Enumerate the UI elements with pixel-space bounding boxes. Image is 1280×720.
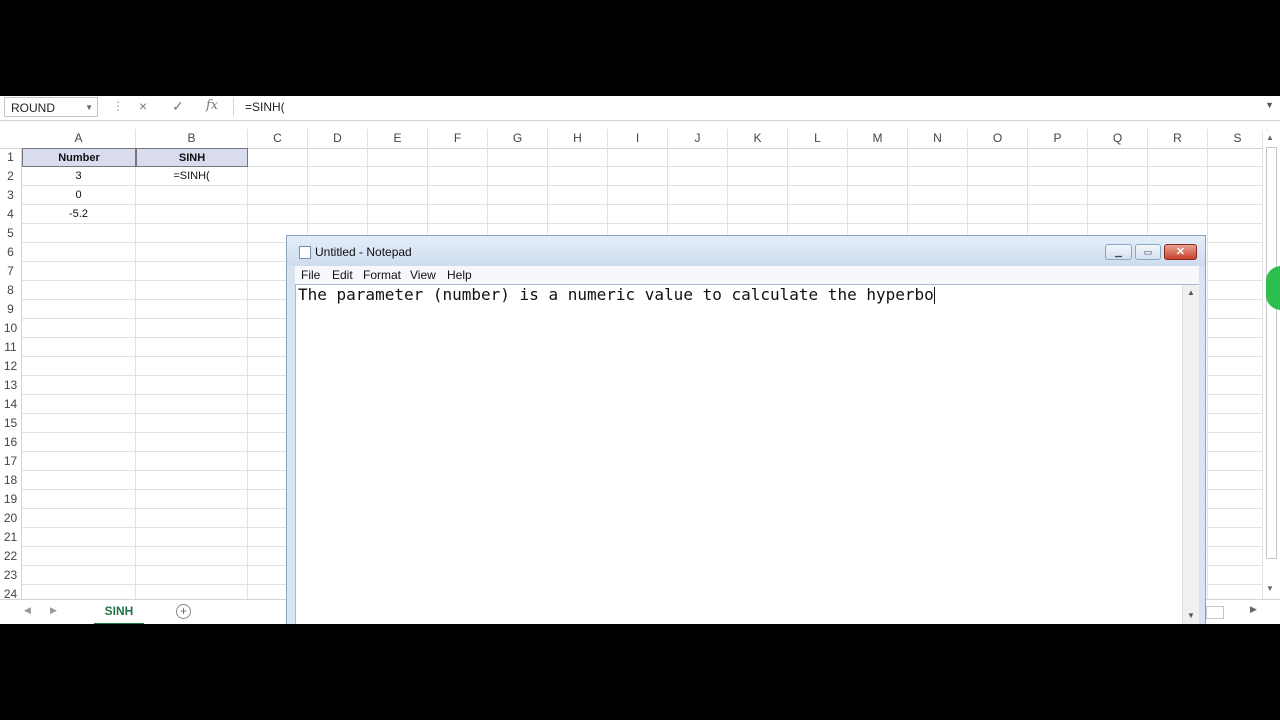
screen: ROUND ▼ ⋮ × ✓ fx =SINH( ▼ ABCDEFGHIJKLMN… [0, 96, 1280, 624]
notepad-menu-bar: File Edit Format View Help [295, 266, 1199, 284]
column-header-a[interactable]: A [22, 129, 136, 148]
row-header-8[interactable]: 8 [0, 281, 22, 300]
gridline [247, 148, 248, 604]
row-header-14[interactable]: 14 [0, 395, 22, 414]
row-header-16[interactable]: 16 [0, 433, 22, 452]
row-header-5[interactable]: 5 [0, 224, 22, 243]
column-header-p[interactable]: P [1028, 129, 1088, 148]
gridline [1207, 148, 1208, 604]
row-header-23[interactable]: 23 [0, 566, 22, 585]
scroll-up-icon[interactable]: ▲ [1266, 133, 1274, 142]
notepad-window: Untitled - Notepad ▁ ▭ ✕ File Edit Forma… [286, 235, 1206, 624]
scroll-down-icon[interactable]: ▼ [1266, 584, 1274, 593]
row-header-2[interactable]: 2 [0, 167, 22, 186]
insert-function-icon[interactable]: fx [206, 98, 218, 113]
row-header-13[interactable]: 13 [0, 376, 22, 395]
cell-a3[interactable]: 0 [22, 186, 136, 205]
name-box-dropdown-icon[interactable]: ▼ [85, 98, 93, 118]
row-header-4[interactable]: 4 [0, 205, 22, 224]
notepad-text: The parameter (number) is a numeric valu… [298, 285, 935, 304]
minimize-button[interactable]: ▁ [1105, 244, 1132, 260]
tab-prev-icon[interactable]: ◀ [24, 605, 31, 616]
column-header-b[interactable]: B [136, 129, 248, 148]
row-header-18[interactable]: 18 [0, 471, 22, 490]
maximize-button[interactable]: ▭ [1135, 244, 1161, 260]
horizontal-scroll-thumb[interactable] [1206, 606, 1224, 619]
cell-a2[interactable]: 3 [22, 167, 136, 186]
notepad-title-bar[interactable]: Untitled - Notepad ▁ ▭ ✕ [287, 236, 1205, 266]
row-header-9[interactable]: 9 [0, 300, 22, 319]
text-caret [933, 287, 935, 304]
column-header-e[interactable]: E [368, 129, 428, 148]
cell-a1[interactable]: Number [22, 148, 136, 167]
menu-file[interactable]: File [301, 268, 320, 282]
menu-help[interactable]: Help [447, 268, 472, 282]
row-header-15[interactable]: 15 [0, 414, 22, 433]
notepad-app-icon [299, 246, 311, 259]
row-header-6[interactable]: 6 [0, 243, 22, 262]
cell-b1[interactable]: SINH [136, 148, 248, 167]
column-header-g[interactable]: G [488, 129, 548, 148]
gridline [22, 223, 1262, 224]
gridline [22, 204, 1262, 205]
vertical-scrollbar[interactable]: ▲ ▼ [1262, 131, 1279, 599]
column-headers: ABCDEFGHIJKLMNOPQRS [0, 129, 1268, 149]
column-header-q[interactable]: Q [1088, 129, 1148, 148]
expand-formula-bar-icon[interactable]: ▼ [1265, 100, 1274, 110]
cancel-icon[interactable]: × [139, 98, 147, 114]
menu-edit[interactable]: Edit [332, 268, 353, 282]
column-header-m[interactable]: M [848, 129, 908, 148]
formula-bar: ROUND ▼ ⋮ × ✓ fx =SINH( ▼ [0, 96, 1280, 121]
column-header-c[interactable]: C [248, 129, 308, 148]
enter-icon[interactable]: ✓ [172, 98, 184, 115]
notepad-vertical-scrollbar[interactable]: ▲ ▼ [1182, 285, 1199, 624]
formula-input[interactable]: =SINH( [245, 100, 285, 114]
scroll-thumb[interactable] [1266, 147, 1277, 559]
name-box-value: ROUND [11, 101, 55, 115]
column-header-l[interactable]: L [788, 129, 848, 148]
column-header-o[interactable]: O [968, 129, 1028, 148]
row-header-21[interactable]: 21 [0, 528, 22, 547]
floating-green-icon[interactable] [1266, 266, 1280, 310]
column-header-f[interactable]: F [428, 129, 488, 148]
cell-a4[interactable]: -5.2 [22, 205, 136, 224]
row-header-17[interactable]: 17 [0, 452, 22, 471]
column-header-r[interactable]: R [1148, 129, 1208, 148]
scroll-right-icon[interactable]: ▶ [1250, 604, 1257, 615]
row-header-11[interactable]: 11 [0, 338, 22, 357]
sheet-tab-sinh[interactable]: SINH [94, 600, 144, 624]
notepad-title: Untitled - Notepad [315, 245, 412, 259]
column-header-d[interactable]: D [308, 129, 368, 148]
row-header-3[interactable]: 3 [0, 186, 22, 205]
column-header-h[interactable]: H [548, 129, 608, 148]
notepad-scroll-up-icon[interactable]: ▲ [1187, 288, 1195, 297]
row-header-19[interactable]: 19 [0, 490, 22, 509]
tab-next-icon[interactable]: ▶ [50, 605, 57, 616]
menu-view[interactable]: View [410, 268, 436, 282]
menu-format[interactable]: Format [363, 268, 401, 282]
formula-bar-divider [233, 98, 234, 116]
notepad-scroll-down-icon[interactable]: ▼ [1187, 611, 1195, 620]
row-header-12[interactable]: 12 [0, 357, 22, 376]
notepad-text-area[interactable]: The parameter (number) is a numeric valu… [295, 284, 1199, 624]
row-header-20[interactable]: 20 [0, 509, 22, 528]
column-header-j[interactable]: J [668, 129, 728, 148]
add-sheet-icon[interactable]: + [176, 604, 191, 619]
row-header-10[interactable]: 10 [0, 319, 22, 338]
column-header-n[interactable]: N [908, 129, 968, 148]
close-button[interactable]: ✕ [1164, 244, 1197, 260]
row-header-1[interactable]: 1 [0, 148, 22, 167]
row-header-7[interactable]: 7 [0, 262, 22, 281]
column-header-k[interactable]: K [728, 129, 788, 148]
row-header-22[interactable]: 22 [0, 547, 22, 566]
formula-bar-grip-icon: ⋮ [112, 99, 124, 113]
column-header-s[interactable]: S [1208, 129, 1268, 148]
name-box[interactable]: ROUND ▼ [4, 97, 98, 117]
column-header-i[interactable]: I [608, 129, 668, 148]
cell-b2[interactable]: =SINH( [136, 167, 248, 186]
